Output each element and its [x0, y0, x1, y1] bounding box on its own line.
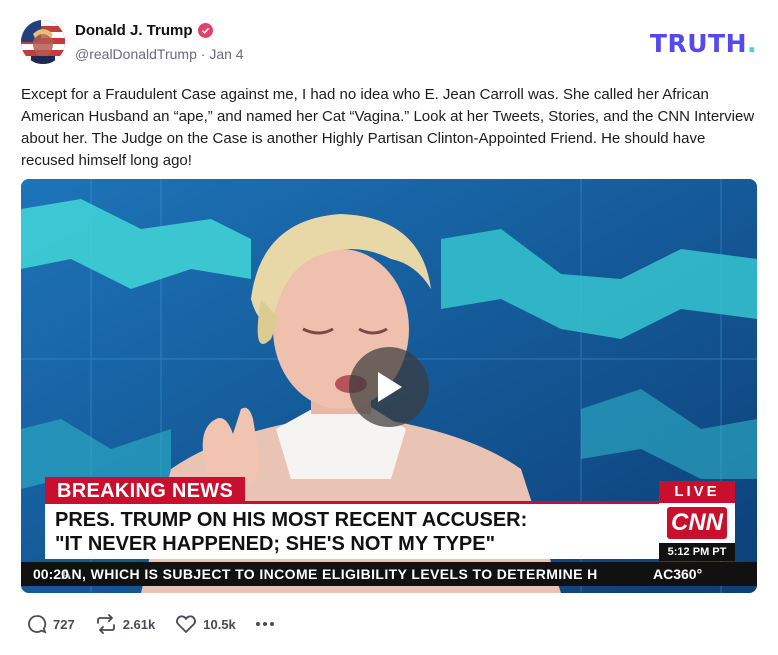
post-text: Except for a Fraudulent Case against me,… — [21, 86, 755, 169]
show-name: AC360° — [653, 566, 703, 582]
live-label: LIVE — [659, 481, 735, 503]
author-handle[interactable]: @realDonaldTrump — [75, 46, 197, 62]
network-logo: CNN — [667, 507, 727, 539]
action-bar: 727 2.61k 10.5k — [27, 614, 274, 634]
retruth-button[interactable]: 2.61k — [95, 614, 156, 634]
reply-icon — [28, 615, 47, 634]
like-button[interactable]: 10.5k — [175, 614, 236, 634]
truth-logo[interactable]: TRUTH. — [650, 29, 757, 58]
headline-box: PRES. TRUMP ON HIS MOST RECENT ACCUSER: … — [45, 501, 659, 559]
video-timecode: 00:20 — [33, 566, 69, 582]
play-button[interactable] — [349, 347, 429, 427]
like-icon — [176, 615, 197, 633]
broadcast-time: 5:12 PM PT — [659, 543, 735, 561]
headline-line-2: "IT NEVER HAPPENED; SHE'S NOT MY TYPE" — [55, 533, 496, 555]
post-date[interactable]: Jan 4 — [209, 46, 243, 62]
ticker-text: AN, WHICH IS SUBJECT TO INCOME ELIGIBILI… — [61, 566, 598, 582]
brand-dot: . — [747, 29, 757, 58]
like-count: 10.5k — [203, 616, 236, 632]
reply-button[interactable]: 727 — [27, 614, 75, 634]
reply-count: 727 — [53, 616, 75, 632]
news-ticker: AN, WHICH IS SUBJECT TO INCOME ELIGIBILI… — [21, 562, 757, 586]
retruth-count: 2.61k — [122, 616, 156, 632]
verified-badge-icon — [197, 23, 213, 38]
separator: · — [200, 46, 206, 62]
more-icon[interactable] — [255, 614, 274, 634]
play-icon — [378, 372, 402, 402]
author-name-text[interactable]: Donald J. Trump — [75, 22, 193, 39]
network-bug: LIVE CNN 5:12 PM PT — [659, 481, 735, 561]
headline-line-1: PRES. TRUMP ON HIS MOST RECENT ACCUSER: — [55, 509, 528, 531]
video-player[interactable]: BREAKING NEWS PRES. TRUMP ON HIS MOST RE… — [21, 179, 757, 593]
handle-line: @realDonaldTrump · Jan 4 — [75, 46, 244, 62]
avatar[interactable] — [21, 20, 65, 64]
retruth-icon — [96, 614, 115, 634]
author-name[interactable]: Donald J. Trump — [75, 22, 213, 39]
brand-text: TRUTH — [649, 29, 747, 58]
